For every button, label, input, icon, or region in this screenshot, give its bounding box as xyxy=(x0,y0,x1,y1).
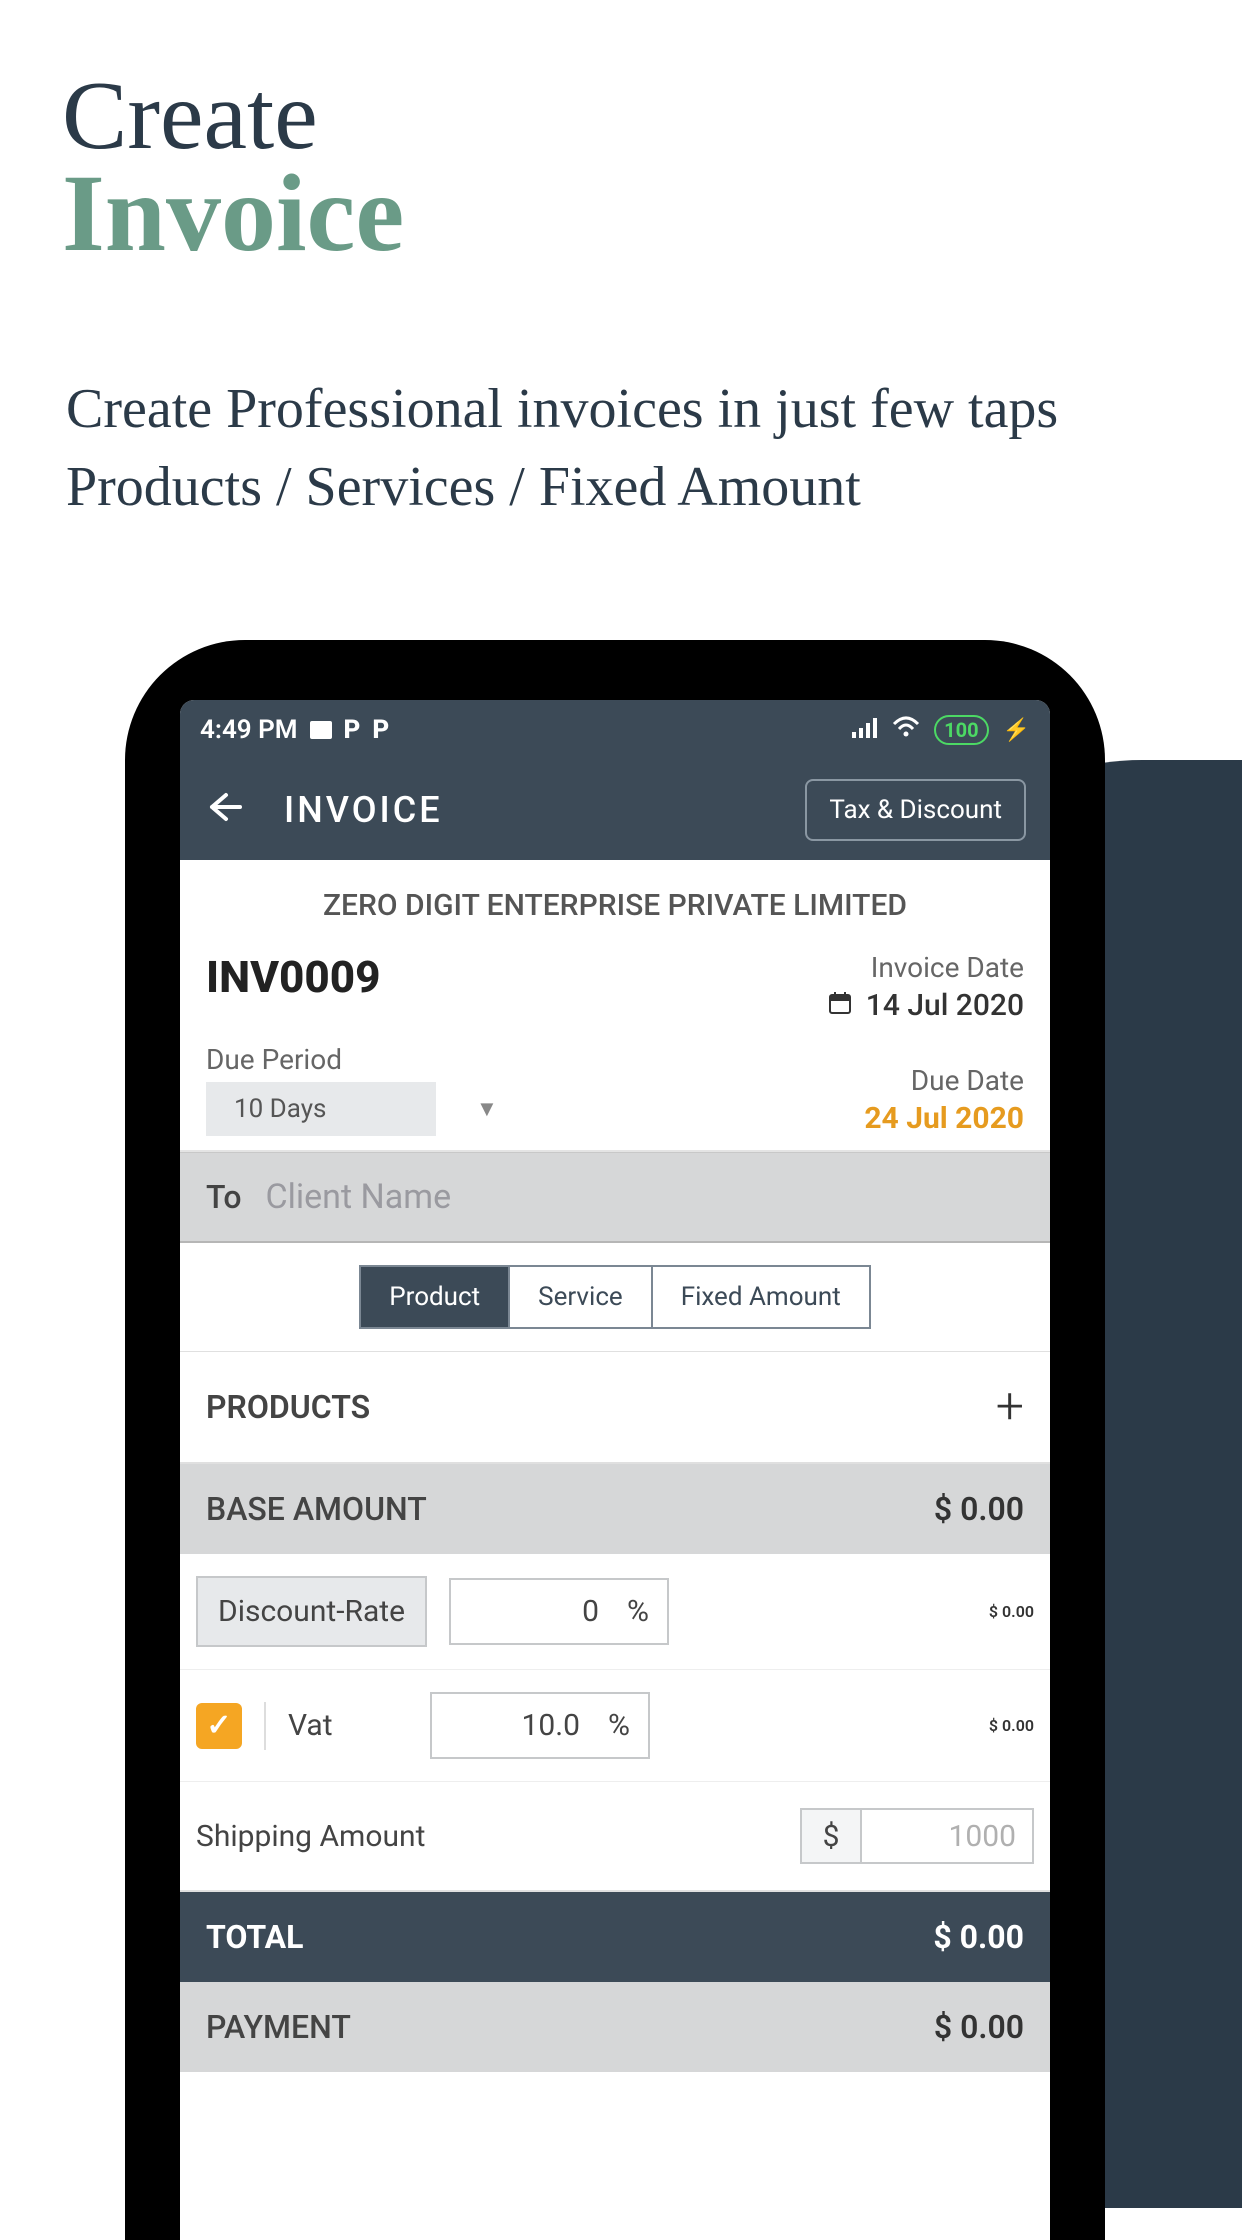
wifi-icon xyxy=(892,715,920,745)
appbar-title: INVOICE xyxy=(284,789,765,831)
client-row[interactable]: To Client Name xyxy=(180,1152,1050,1243)
vat-value: 10.0 xyxy=(522,1708,581,1743)
products-label: PRODUCTS xyxy=(206,1388,370,1426)
to-label: To xyxy=(206,1178,241,1216)
payment-label: PAYMENT xyxy=(206,2008,351,2046)
payment-row: PAYMENT $ 0.00 xyxy=(180,1982,1050,2072)
tab-fixed-amount[interactable]: Fixed Amount xyxy=(651,1267,869,1327)
due-period-label: Due Period xyxy=(206,1043,498,1076)
item-type-segment: Product Service Fixed Amount xyxy=(180,1243,1050,1352)
tab-service[interactable]: Service xyxy=(508,1267,651,1327)
invoice-date-label: Invoice Date xyxy=(828,951,1024,984)
hero-sub-line2: Products / Services / Fixed Amount xyxy=(66,448,1058,526)
vat-row: ✓ Vat 10.0 % $ 0.00 xyxy=(180,1670,1050,1782)
invoice-header-card: ZERO DIGIT ENTERPRISE PRIVATE LIMITED IN… xyxy=(180,860,1050,1152)
charging-icon: ⚡ xyxy=(1003,718,1030,743)
due-period-select[interactable]: 10 Days ▼ xyxy=(206,1082,498,1136)
vat-rate-input[interactable]: 10.0 % xyxy=(430,1692,650,1759)
company-name: ZERO DIGIT ENTERPRISE PRIVATE LIMITED xyxy=(206,888,1024,923)
total-label: TOTAL xyxy=(206,1918,303,1956)
shipping-label: Shipping Amount xyxy=(196,1819,425,1854)
products-header: PRODUCTS + xyxy=(180,1352,1050,1464)
base-amount-value: $ 0.00 xyxy=(934,1490,1024,1528)
calendar-icon xyxy=(828,988,859,1023)
chevron-down-icon: ▼ xyxy=(476,1096,498,1122)
discount-rate-button[interactable]: Discount-Rate xyxy=(196,1576,427,1647)
shipping-placeholder: 1000 xyxy=(862,1819,1032,1854)
status-icon-p1: P xyxy=(344,715,361,745)
status-app-icon xyxy=(310,721,332,739)
discount-value: 0 xyxy=(582,1594,599,1629)
discount-unit: % xyxy=(627,1594,649,1629)
due-date-value: 24 Jul 2020 xyxy=(864,1101,1024,1136)
app-bar: INVOICE Tax & Discount xyxy=(180,760,1050,860)
client-name-input[interactable]: Client Name xyxy=(265,1177,1024,1217)
base-amount-label: BASE AMOUNT xyxy=(206,1490,427,1528)
total-row: TOTAL $ 0.00 xyxy=(180,1892,1050,1982)
back-icon[interactable] xyxy=(204,787,244,834)
separator xyxy=(264,1702,266,1750)
phone-screen: 4:49 PM P P 100 ⚡ INVOICE Tax & Di xyxy=(180,700,1050,2240)
hero-subtitle: Create Professional invoices in just few… xyxy=(66,370,1058,527)
battery-indicator: 100 xyxy=(934,715,988,745)
vat-checkbox[interactable]: ✓ xyxy=(196,1703,242,1749)
hero-sub-line1: Create Professional invoices in just few… xyxy=(66,370,1058,448)
add-product-icon[interactable]: + xyxy=(996,1378,1024,1436)
signal-icon xyxy=(852,715,878,745)
shipping-row: Shipping Amount $ 1000 xyxy=(180,1782,1050,1892)
vat-unit: % xyxy=(608,1708,630,1743)
vat-amount: $ 0.00 xyxy=(989,1716,1034,1735)
vat-label: Vat xyxy=(288,1708,408,1743)
status-icon-p2: P xyxy=(372,715,389,745)
status-time: 4:49 PM xyxy=(200,715,298,745)
hero-title-line2: Invoice xyxy=(62,150,404,277)
total-value: $ 0.00 xyxy=(933,1918,1024,1956)
due-date-label: Due Date xyxy=(864,1064,1024,1097)
discount-amount: $ 0.00 xyxy=(989,1602,1034,1621)
tax-discount-button[interactable]: Tax & Discount xyxy=(805,779,1026,841)
payment-value: $ 0.00 xyxy=(934,2008,1024,2046)
shipping-currency: $ xyxy=(802,1810,862,1862)
status-bar: 4:49 PM P P 100 ⚡ xyxy=(180,700,1050,760)
invoice-date-value[interactable]: 14 Jul 2020 xyxy=(866,988,1024,1023)
base-amount-row: BASE AMOUNT $ 0.00 xyxy=(180,1464,1050,1554)
invoice-number: INV0009 xyxy=(206,951,380,1003)
tab-product[interactable]: Product xyxy=(361,1267,508,1327)
shipping-amount-input[interactable]: $ 1000 xyxy=(800,1808,1034,1864)
phone-frame: 4:49 PM P P 100 ⚡ INVOICE Tax & Di xyxy=(125,640,1105,2240)
discount-rate-input[interactable]: 0 % xyxy=(449,1578,669,1645)
due-period-value: 10 Days xyxy=(206,1082,436,1136)
discount-row: Discount-Rate 0 % $ 0.00 xyxy=(180,1554,1050,1670)
